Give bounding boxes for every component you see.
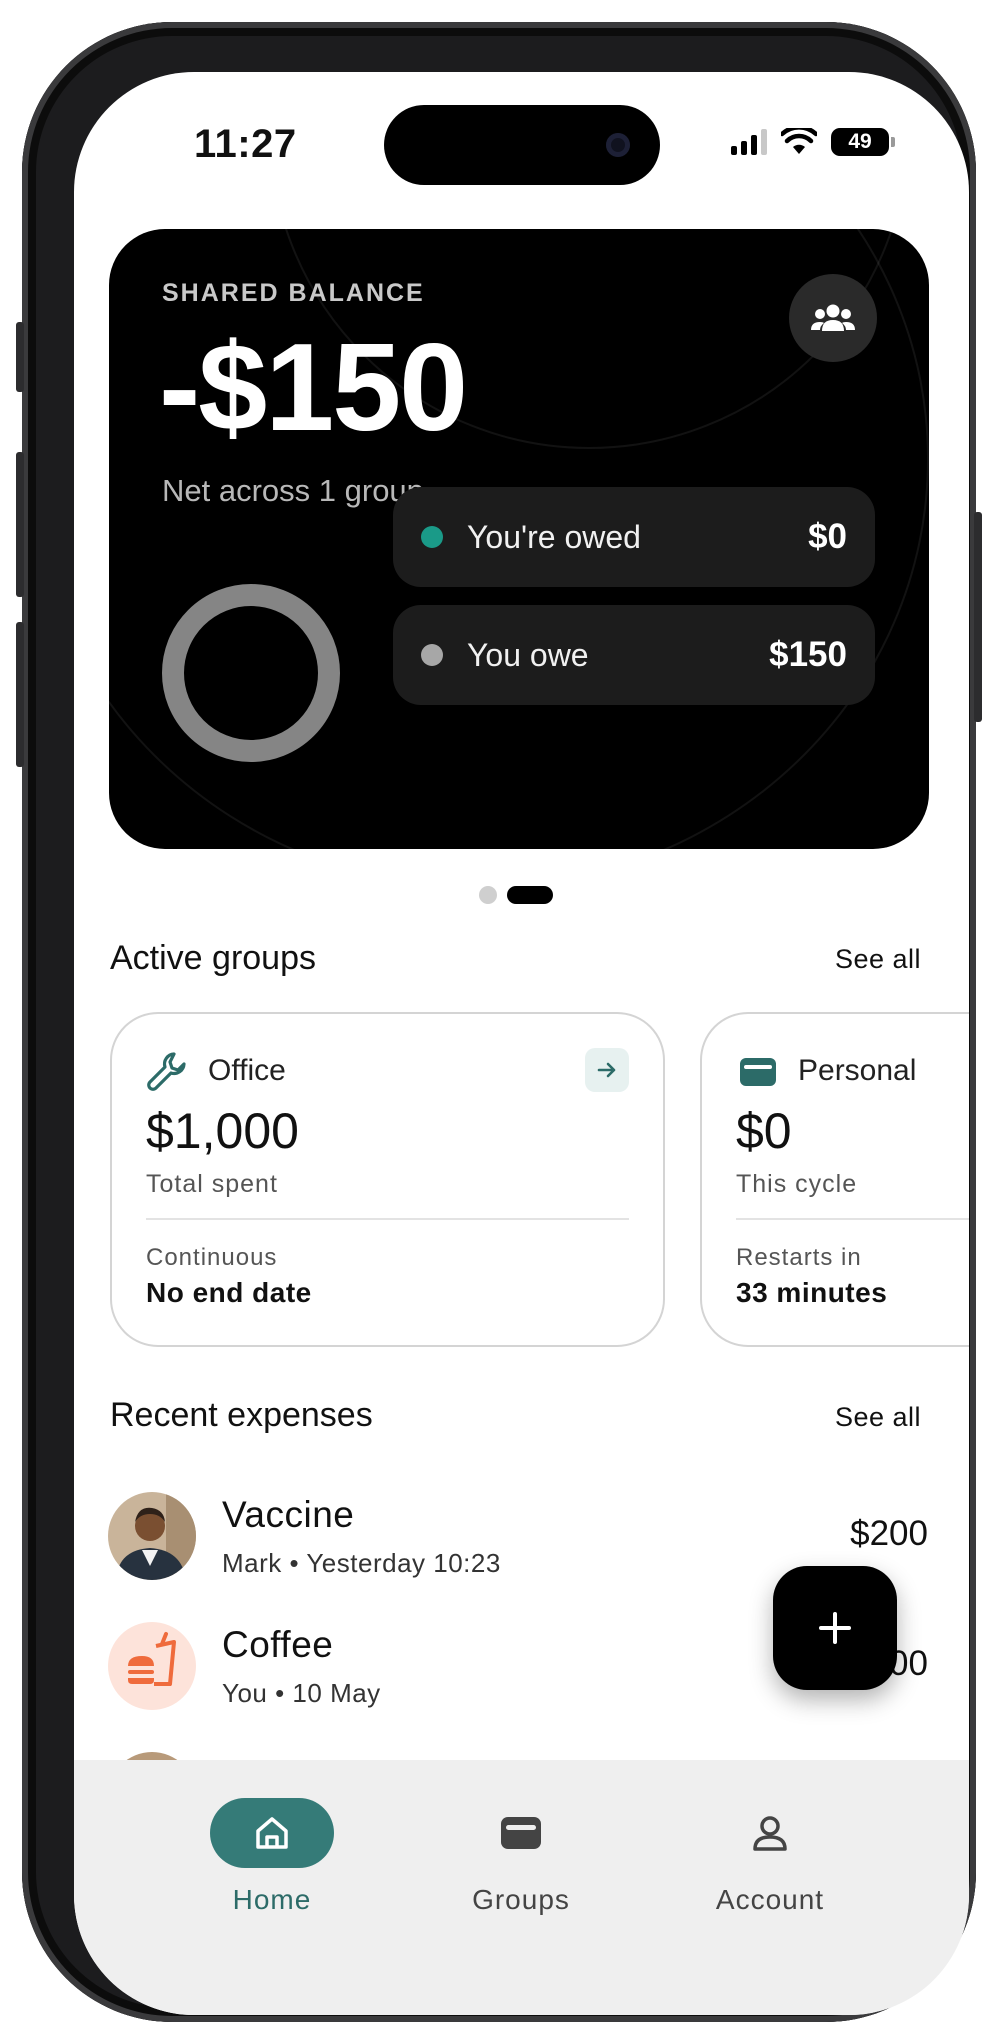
active-groups-see-all[interactable]: See all xyxy=(835,944,921,975)
group-card-office[interactable]: Office $1,000 Total spent Continuous No … xyxy=(110,1012,665,1347)
tab-label: Groups xyxy=(472,1884,570,1915)
owed-dot xyxy=(421,526,443,548)
home-icon xyxy=(256,1817,288,1849)
food-icon xyxy=(128,1632,176,1686)
volume-up-button xyxy=(16,452,24,597)
wifi-icon xyxy=(781,128,817,154)
owed-value: $0 xyxy=(808,517,847,556)
group-name: Office xyxy=(208,1054,286,1087)
status-time: 11:27 xyxy=(194,122,297,166)
owe-value: $150 xyxy=(769,635,847,674)
tab-groups-pill[interactable] xyxy=(459,1798,583,1868)
tab-account[interactable]: Account xyxy=(670,1798,870,1916)
open-group-button[interactable] xyxy=(585,1048,629,1092)
group-meta-label: Continuous xyxy=(146,1244,278,1271)
person-photo xyxy=(108,1492,196,1580)
battery-icon: 49 xyxy=(831,128,895,156)
group-amount: $1,000 xyxy=(146,1103,299,1159)
app-screen: 11:27 49 SHARED BALANCE -$150 Net across… xyxy=(74,72,969,2015)
owe-row: You owe $150 xyxy=(393,605,875,705)
group-meta-value: No end date xyxy=(146,1277,312,1308)
recent-expenses-see-all[interactable]: See all xyxy=(835,1402,921,1433)
wallet-icon xyxy=(740,1058,776,1086)
wallet-icon xyxy=(501,1817,541,1849)
balance-subtitle: Net across 1 group xyxy=(162,473,424,508)
avatar xyxy=(108,1492,196,1580)
group-name: Personal xyxy=(798,1054,917,1087)
owe-label: You owe xyxy=(467,636,589,673)
arrow-right-icon xyxy=(597,1062,616,1078)
expense-title: Coffee xyxy=(222,1624,334,1665)
tab-home-pill[interactable] xyxy=(210,1798,334,1868)
group-amount-label: Total spent xyxy=(146,1170,278,1198)
divider xyxy=(146,1218,629,1220)
pager-dot[interactable] xyxy=(479,886,497,904)
recent-expenses-title: Recent expenses xyxy=(110,1396,373,1434)
dynamic-island xyxy=(384,105,660,185)
expense-subtitle: You • 10 May xyxy=(222,1678,381,1708)
tab-label: Account xyxy=(715,1884,825,1915)
group-amount-label: This cycle xyxy=(736,1170,858,1198)
status-icons: 49 xyxy=(731,128,895,156)
group-amount: $0 xyxy=(736,1103,792,1159)
add-expense-button[interactable] xyxy=(773,1566,897,1690)
tab-label: Home xyxy=(232,1884,312,1915)
tab-home[interactable]: Home xyxy=(172,1798,372,1916)
owed-label: You're owed xyxy=(467,518,641,555)
balance-amount: -$150 xyxy=(159,319,468,457)
tab-bar: Home Groups Account xyxy=(74,1760,969,2015)
balance-donut-chart xyxy=(162,584,340,762)
power-button xyxy=(974,512,982,722)
pager-dot-active[interactable] xyxy=(507,886,553,904)
card-pager[interactable] xyxy=(479,886,553,904)
user-icon xyxy=(753,1816,787,1851)
group-meta-label: Restarts in xyxy=(736,1244,862,1271)
signal-icon xyxy=(731,129,767,155)
wrench-icon xyxy=(147,1052,186,1091)
camera-icon xyxy=(606,133,630,157)
phone-frame: 11:27 49 SHARED BALANCE -$150 Net across… xyxy=(16,22,982,2022)
groups-button[interactable] xyxy=(789,274,877,362)
tab-groups[interactable]: Groups xyxy=(421,1798,621,1916)
balance-card[interactable]: SHARED BALANCE -$150 Net across 1 group … xyxy=(109,229,929,849)
tab-account-pill[interactable] xyxy=(708,1798,832,1868)
volume-down-button xyxy=(16,622,24,767)
divider xyxy=(736,1218,969,1220)
owed-row: You're owed $0 xyxy=(393,487,875,587)
balance-label: SHARED BALANCE xyxy=(162,279,425,307)
avatar xyxy=(108,1622,196,1710)
plus-icon xyxy=(819,1612,851,1644)
active-groups-title: Active groups xyxy=(110,939,316,977)
expense-subtitle: Mark • Yesterday 10:23 xyxy=(222,1548,501,1578)
expense-title: Vaccine xyxy=(222,1494,355,1535)
group-meta-value: 33 minutes xyxy=(736,1277,888,1308)
expense-amount: $200 xyxy=(850,1514,928,1553)
group-card-personal[interactable]: Personal $0 This cycle Restarts in 33 mi… xyxy=(700,1012,969,1347)
action-button xyxy=(16,322,24,392)
group-icon xyxy=(811,304,855,331)
owe-dot xyxy=(421,644,443,666)
